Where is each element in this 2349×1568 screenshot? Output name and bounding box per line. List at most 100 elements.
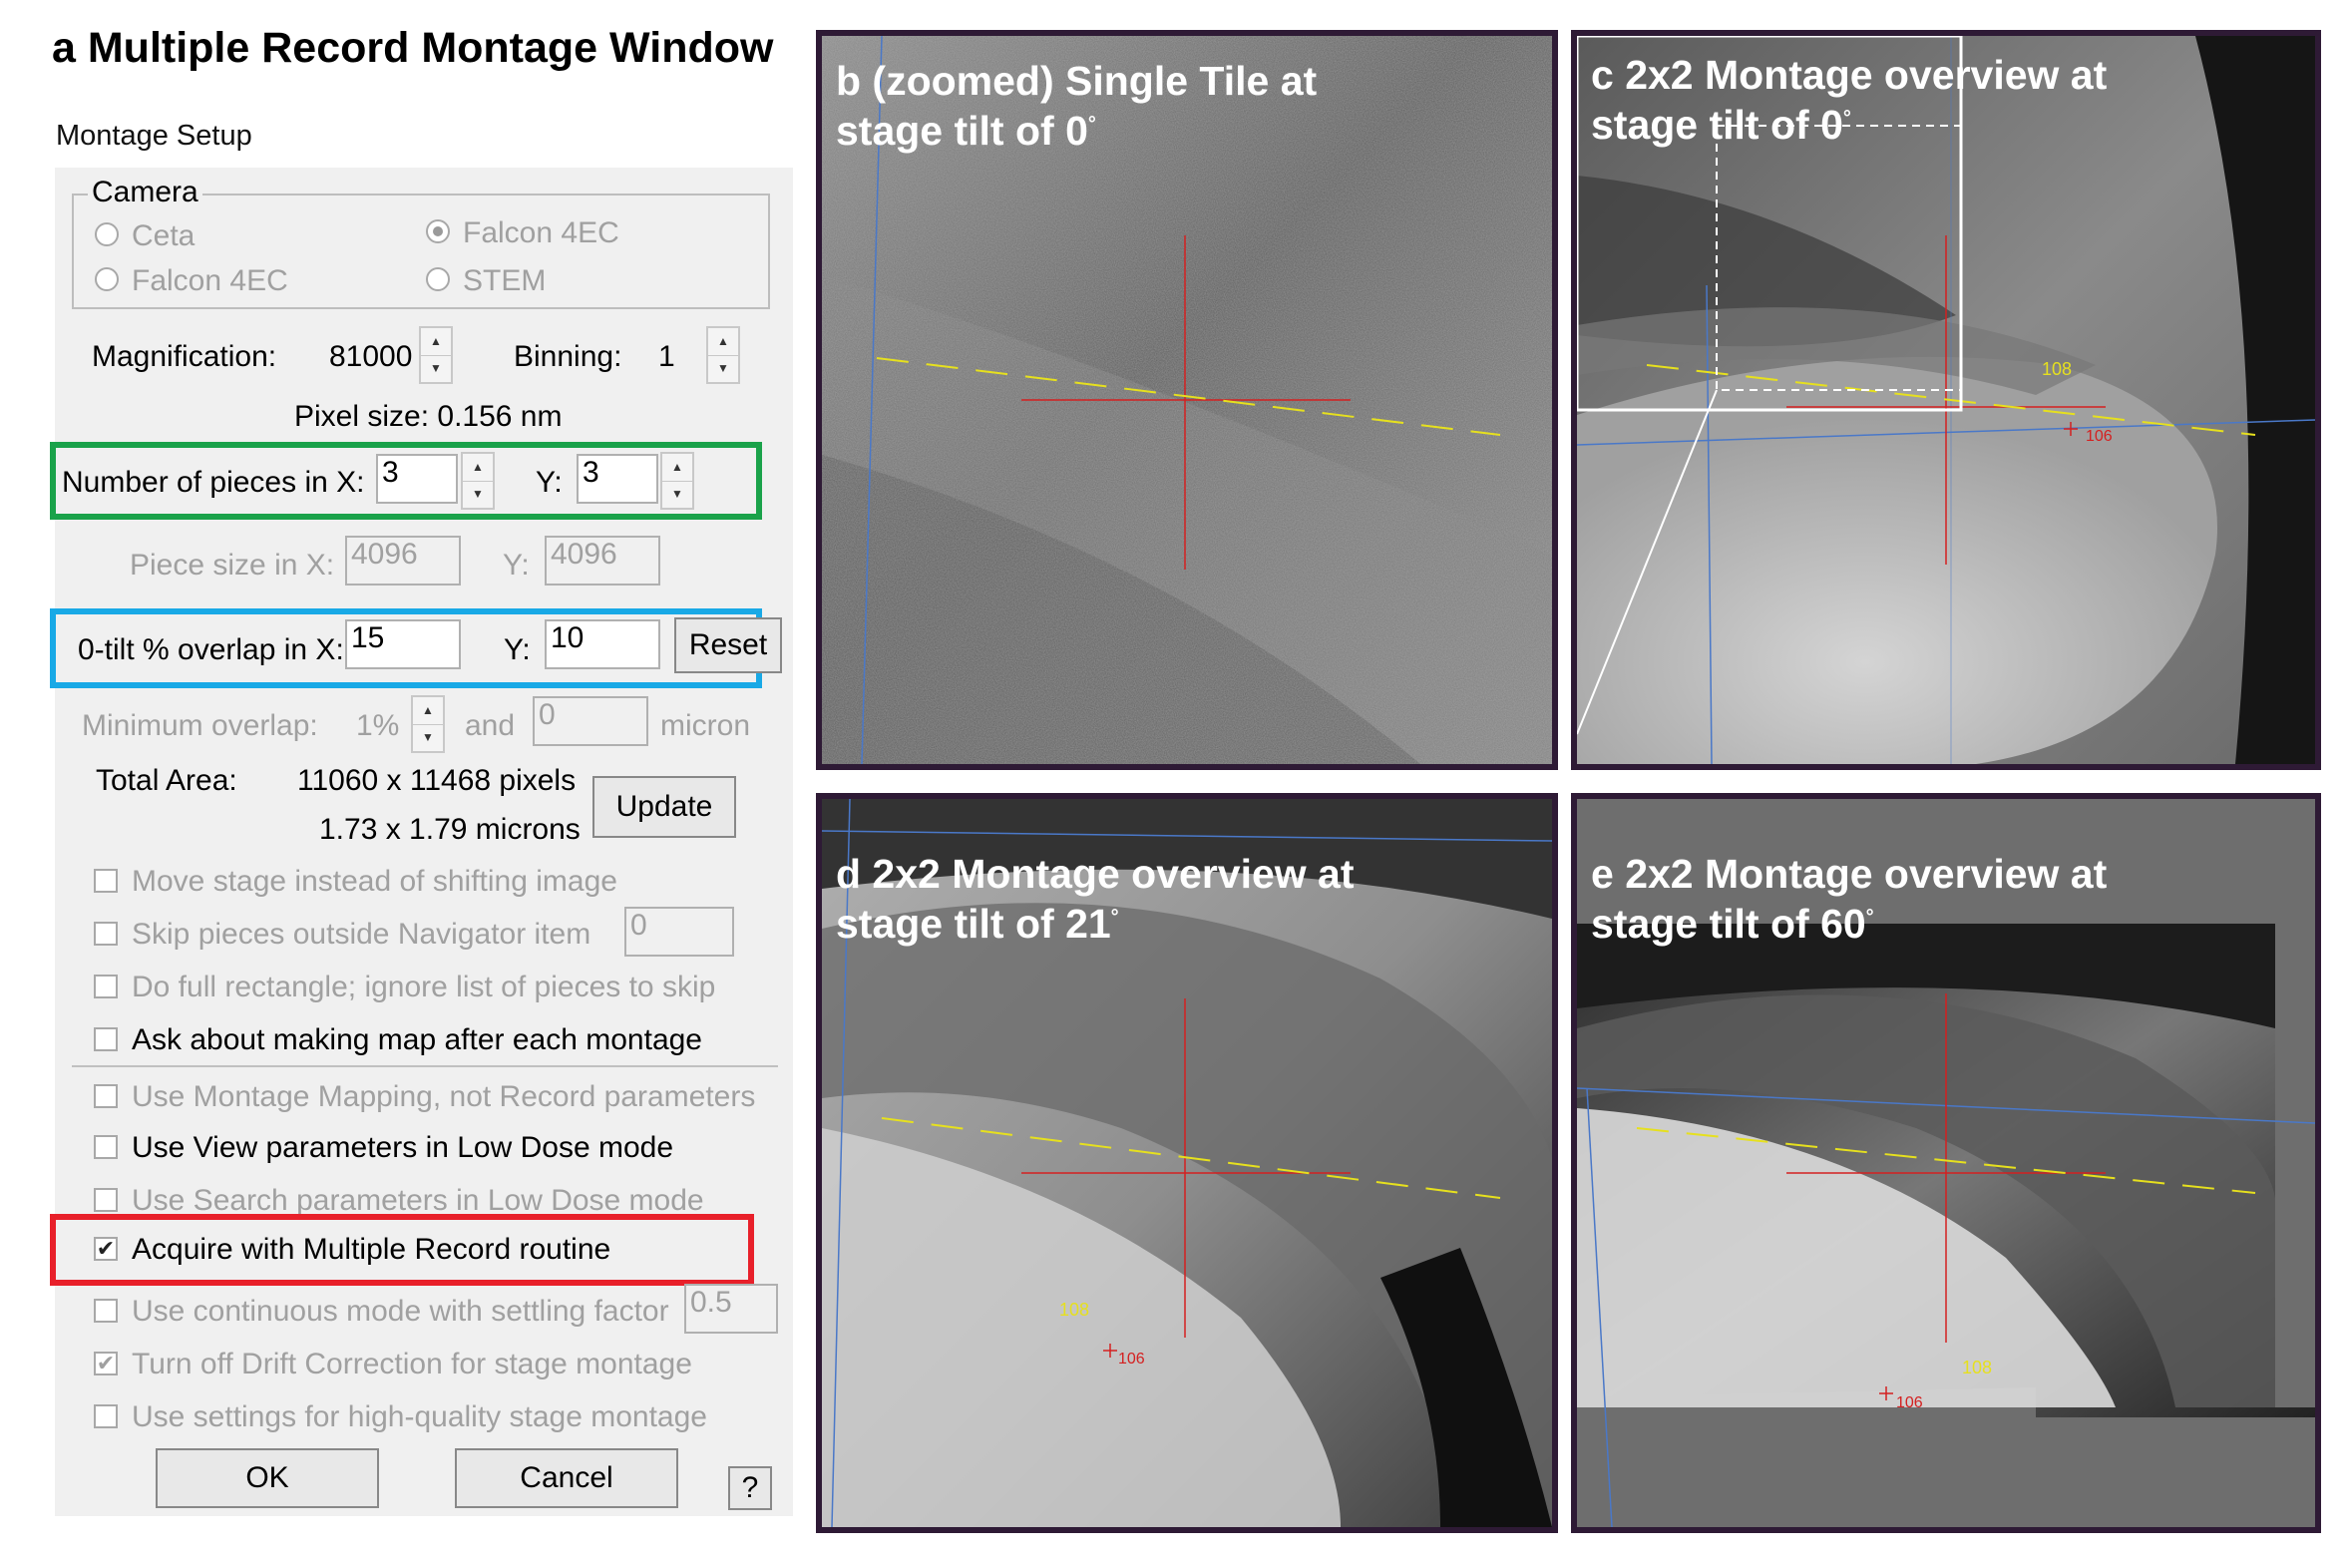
micron-label: micron [660, 709, 751, 742]
panel-b-line2: stage tilt of 0 [836, 108, 1088, 155]
pieces-y-label: Y: [536, 466, 563, 499]
micron-input: 0 [533, 696, 648, 746]
skip-pieces-input: 0 [624, 907, 734, 957]
panel-c-label: c 2x2 Montage overview at stage tilt of … [1591, 50, 2107, 150]
panel-c-marker-106: 106 [2086, 428, 2113, 445]
piece-size-label: Piece size in X: [130, 549, 335, 582]
pieces-y-input[interactable]: 3 [577, 454, 658, 504]
radio-ceta[interactable] [95, 222, 119, 246]
panel-e-marker-106: 106 [1896, 1394, 1923, 1411]
panel-b-line1: b (zoomed) Single Tile at [836, 58, 1318, 104]
total-area-pixels: 11060 x 11468 pixels [297, 764, 577, 797]
panel-c-marker-108: 108 [2042, 359, 2072, 379]
pieces-x-spinner[interactable]: ▲ ▼ [461, 452, 495, 510]
update-button[interactable]: Update [592, 776, 736, 838]
panel-b-single-tile: b (zoomed) Single Tile at stage tilt of … [816, 30, 1558, 770]
checkbox-high-quality[interactable] [94, 1404, 118, 1428]
checkbox-multiple-record[interactable]: ✔ [94, 1237, 118, 1261]
panel-d-marker-108: 108 [1059, 1300, 1089, 1320]
radio-falcon-4ec-label: Falcon 4EC [463, 216, 619, 249]
radio-stem[interactable] [426, 267, 450, 291]
figure-title: a Multiple Record Montage Window [52, 24, 774, 72]
panel-d-line1: d 2x2 Montage overview at [836, 851, 1355, 897]
degree-mark: ° [1842, 107, 1851, 130]
pieces-y-spinner[interactable]: ▲ ▼ [660, 452, 694, 510]
checkbox-multiple-record-label: Acquire with Multiple Record routine [132, 1233, 611, 1266]
dialog-separator [72, 1065, 778, 1067]
magnification-label: Magnification: [92, 340, 277, 373]
spin-down-icon[interactable]: ▼ [463, 481, 493, 508]
radio-ceta-label: Ceta [132, 219, 196, 252]
and-label: and [465, 709, 516, 742]
spin-up-icon[interactable]: ▲ [463, 454, 493, 482]
spin-down-icon[interactable]: ▼ [413, 724, 443, 751]
piece-size-x-input: 4096 [345, 536, 461, 586]
radio-falcon-4ec-2[interactable] [95, 267, 119, 291]
ok-button[interactable]: OK [156, 1448, 379, 1508]
radio-falcon-4ec-selected[interactable] [426, 219, 450, 243]
degree-mark: ° [1865, 906, 1874, 929]
checkbox-drift-correction[interactable]: ✔ [94, 1352, 118, 1375]
checkbox-search-params-label: Use Search parameters in Low Dose mode [132, 1184, 704, 1217]
checkbox-search-params[interactable] [94, 1188, 118, 1212]
binning-value: 1 [658, 340, 675, 373]
spin-down-icon[interactable]: ▼ [708, 355, 738, 382]
binning-spinner[interactable]: ▲ ▼ [706, 326, 740, 384]
checkbox-move-stage-label: Move stage instead of shifting image [132, 865, 617, 898]
panel-e-montage-60: 108 106 e 2x2 Montage overview at stage … [1571, 793, 2321, 1533]
panel-d-label: d 2x2 Montage overview at stage tilt of … [836, 849, 1355, 949]
panel-e-label: e 2x2 Montage overview at stage tilt of … [1591, 849, 2107, 949]
piece-size-y-label: Y: [503, 549, 530, 582]
spin-up-icon[interactable]: ▲ [708, 328, 738, 356]
camera-group-label: Camera [88, 178, 202, 207]
checkbox-full-rectangle[interactable] [94, 975, 118, 998]
piece-size-y-input: 4096 [545, 536, 660, 586]
radio-falcon-4ec-2-label: Falcon 4EC [132, 264, 288, 297]
spin-up-icon[interactable]: ▲ [662, 454, 692, 482]
degree-mark: ° [1087, 113, 1096, 136]
overlap-x-input[interactable]: 15 [345, 619, 461, 669]
checkbox-drift-correction-label: Turn off Drift Correction for stage mont… [132, 1348, 692, 1380]
checkbox-skip-pieces-label: Skip pieces outside Navigator item [132, 918, 591, 951]
radio-stem-label: STEM [463, 264, 547, 297]
checkbox-high-quality-label: Use settings for high-quality stage mont… [132, 1400, 707, 1433]
settling-factor-input: 0.5 [684, 1284, 778, 1334]
panel-e-line2: stage tilt of 60 [1591, 901, 1866, 948]
magnification-spinner[interactable]: ▲ ▼ [419, 326, 453, 384]
overlap-x-label: 0-tilt % overlap in X: [78, 633, 344, 666]
panel-d-marker-106: 106 [1118, 1351, 1145, 1368]
cancel-button[interactable]: Cancel [455, 1448, 678, 1508]
panel-c-line2: stage tilt of 0 [1591, 102, 1843, 149]
pieces-x-input[interactable]: 3 [376, 454, 458, 504]
overlap-y-input[interactable]: 10 [545, 619, 660, 669]
degree-mark: ° [1110, 906, 1119, 929]
panel-d-line2: stage tilt of 21 [836, 901, 1111, 948]
total-area-microns: 1.73 x 1.79 microns [319, 813, 581, 846]
checkbox-continuous-mode[interactable] [94, 1299, 118, 1323]
panel-b-label: b (zoomed) Single Tile at stage tilt of … [836, 56, 1317, 156]
checkbox-continuous-mode-label: Use continuous mode with settling factor [132, 1295, 669, 1328]
total-area-label: Total Area: [96, 764, 237, 797]
min-overlap-spinner[interactable]: ▲ ▼ [411, 695, 445, 753]
min-overlap-value: 1% [356, 709, 400, 742]
binning-label: Binning: [514, 340, 622, 373]
panel-e-line1: e 2x2 Montage overview at [1591, 851, 2108, 897]
spin-down-icon[interactable]: ▼ [662, 481, 692, 508]
magnification-value: 81000 [329, 340, 413, 373]
checkbox-view-params[interactable] [94, 1135, 118, 1159]
pieces-x-label: Number of pieces in X: [62, 466, 365, 499]
checkbox-ask-map[interactable] [94, 1027, 118, 1051]
checkbox-skip-pieces[interactable] [94, 922, 118, 946]
reset-button[interactable]: Reset [674, 617, 782, 673]
checkbox-move-stage[interactable] [94, 869, 118, 893]
spin-down-icon[interactable]: ▼ [421, 355, 451, 382]
checkbox-montage-mapping[interactable] [94, 1084, 118, 1108]
spin-up-icon[interactable]: ▲ [413, 697, 443, 725]
spin-up-icon[interactable]: ▲ [421, 328, 451, 356]
panel-e-marker-108: 108 [1962, 1358, 1992, 1377]
overlap-y-label: Y: [504, 633, 531, 666]
dialog-title: Montage Setup [56, 120, 252, 152]
checkbox-view-params-label: Use View parameters in Low Dose mode [132, 1131, 674, 1164]
help-button[interactable]: ? [728, 1466, 772, 1510]
checkbox-montage-mapping-label: Use Montage Mapping, not Record paramete… [132, 1080, 756, 1113]
